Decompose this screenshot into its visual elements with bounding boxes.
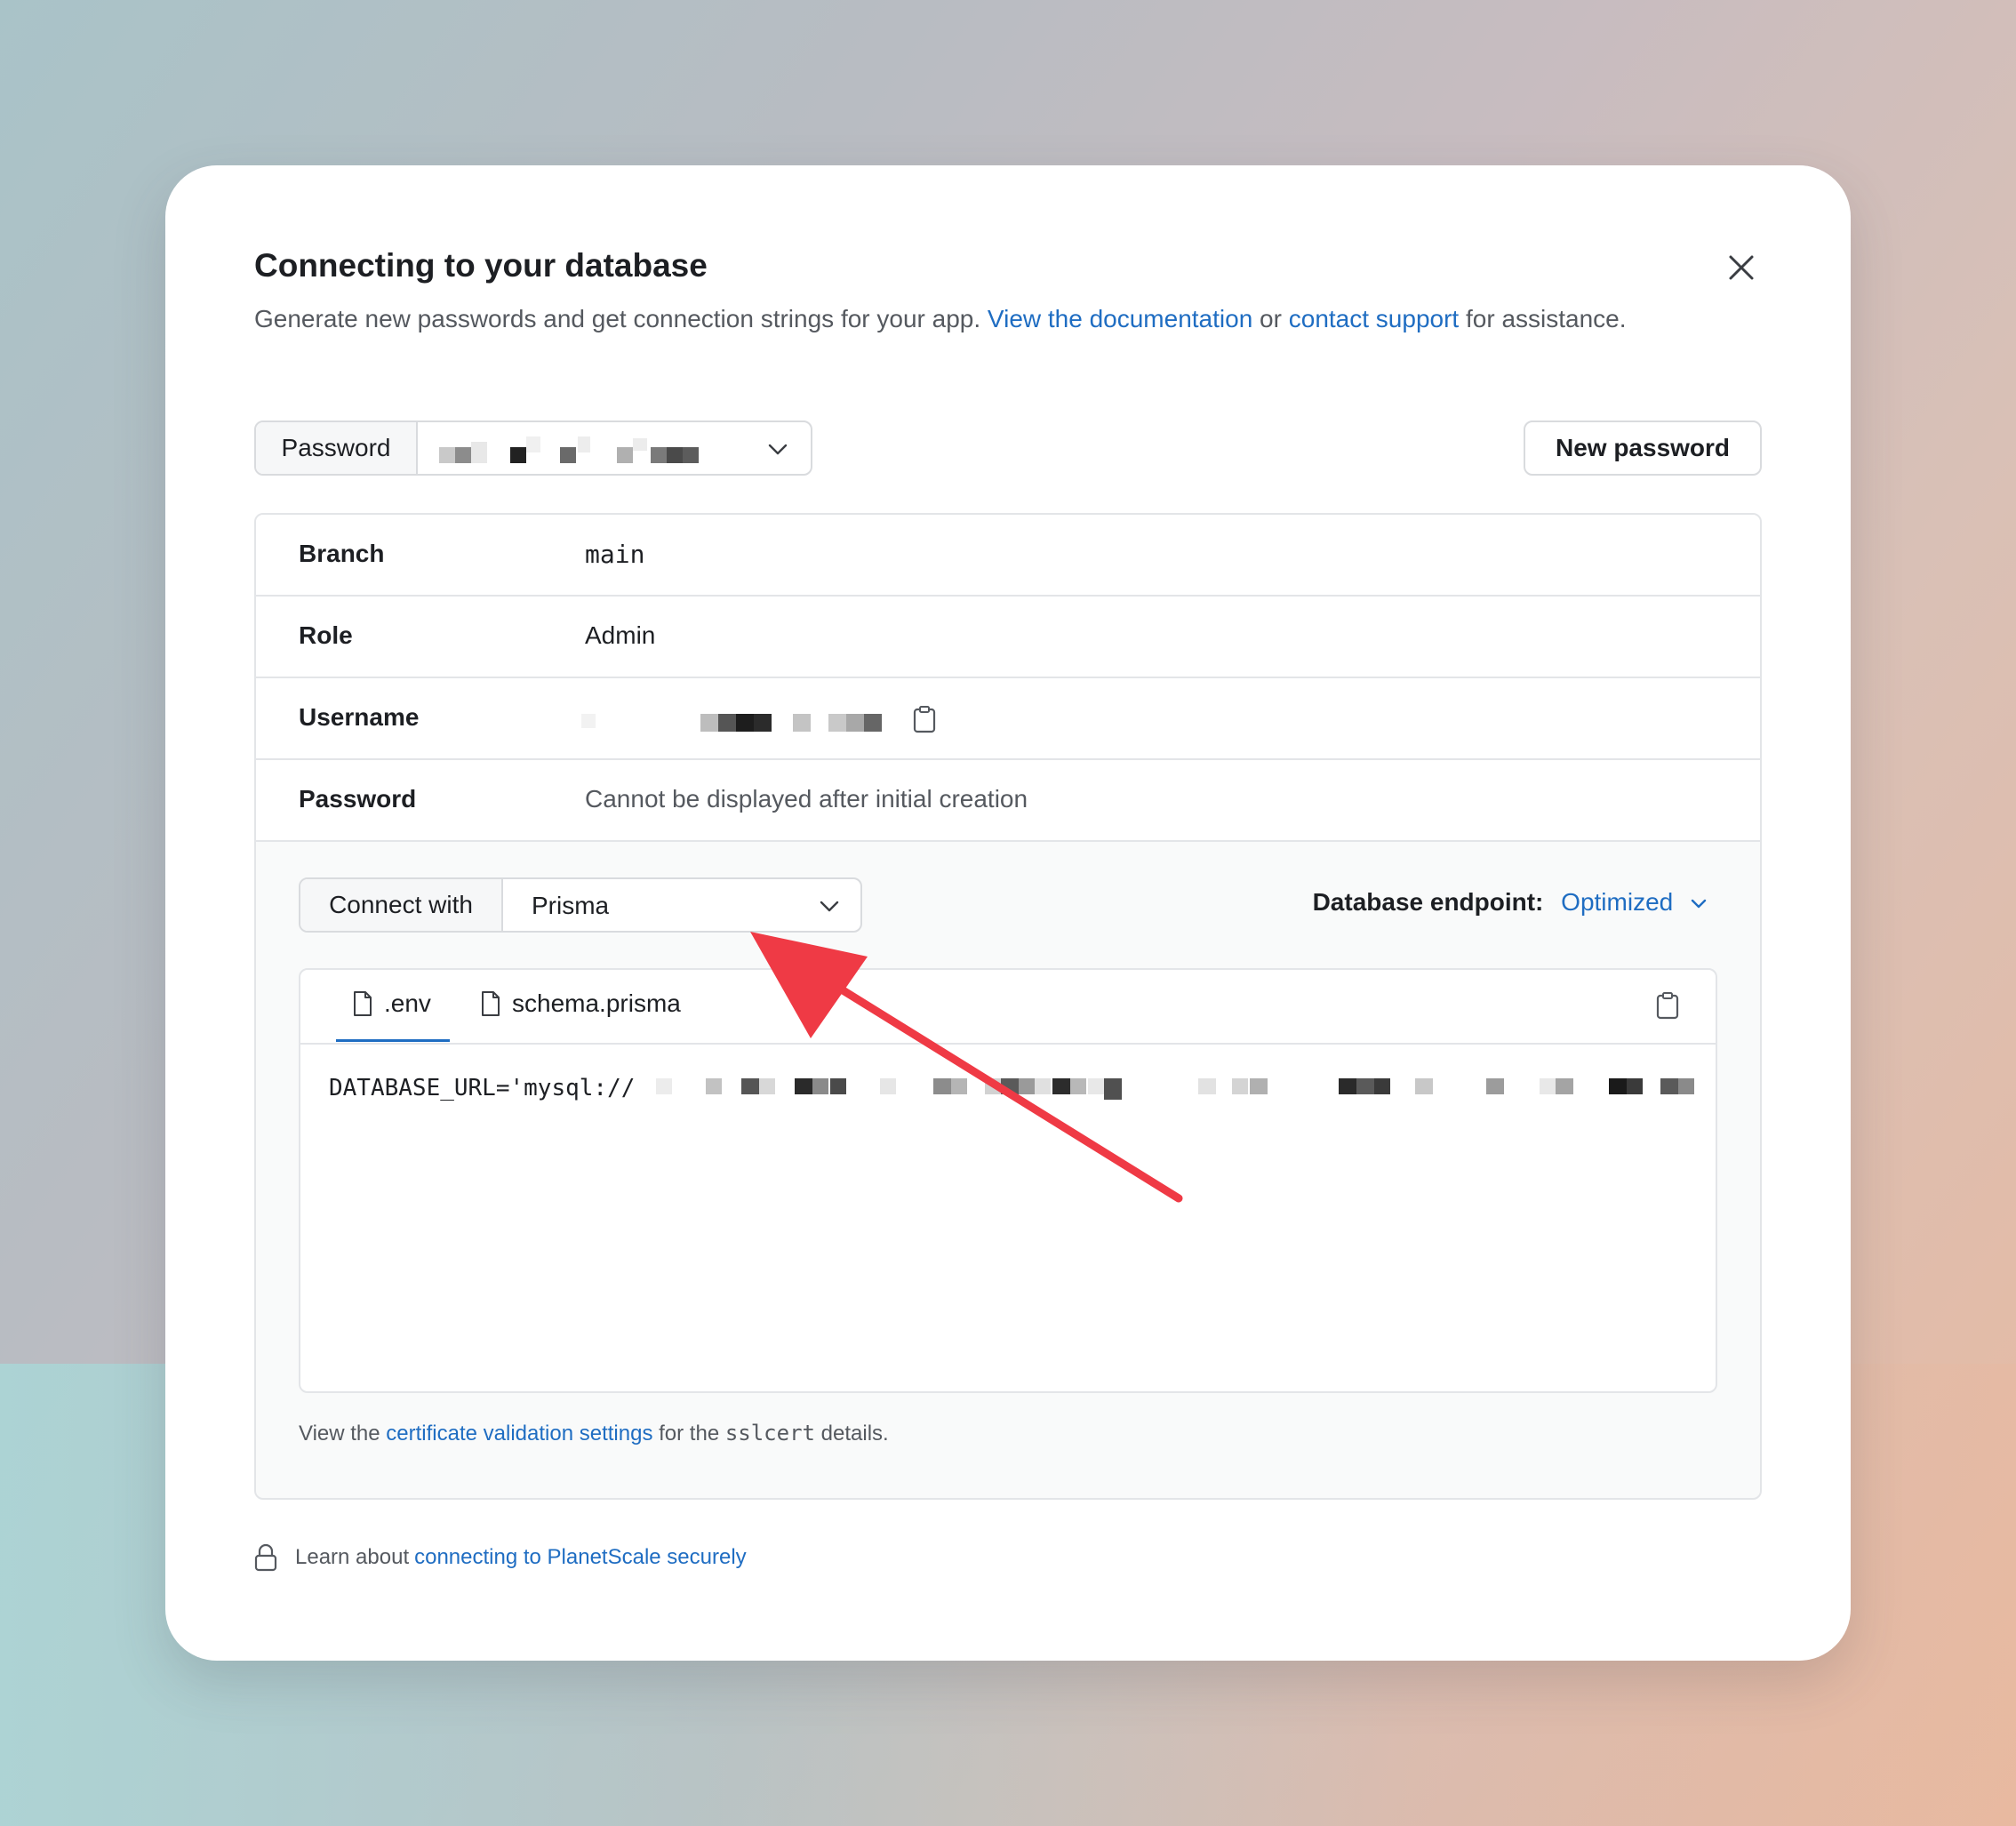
username-label: Username (299, 703, 420, 731)
tab-env[interactable]: .env (352, 989, 431, 1018)
password-select-value[interactable] (418, 422, 811, 474)
detail-row-password: Password Cannot be displayed after initi… (256, 760, 1760, 842)
connect-with-selected: Prisma (532, 892, 610, 919)
connection-string-box: .env schema.prisma DATABASE_URL='mysql:/… (299, 968, 1717, 1393)
security-note-prefix: Learn about (295, 1545, 410, 1569)
database-endpoint-select[interactable]: Optimized (1561, 888, 1707, 916)
certificate-validation-link[interactable]: certificate validation settings (386, 1422, 652, 1446)
sslcert-code: sslcert (724, 1421, 815, 1446)
branch-link[interactable]: main (585, 540, 644, 569)
connect-with-value[interactable]: Prisma (503, 879, 860, 931)
certificate-note: View the certificate validation settings… (299, 1421, 889, 1446)
password-value: Cannot be displayed after initial creati… (585, 785, 1028, 813)
file-tabs: .env schema.prisma (300, 970, 1716, 1045)
security-note: Learn about connecting to PlanetScale se… (254, 1543, 747, 1572)
lock-icon (254, 1543, 277, 1572)
password-select[interactable]: Password (254, 420, 812, 476)
description-text: Generate new passwords and get connectio… (254, 305, 988, 332)
description-suffix: for assistance. (1459, 305, 1627, 332)
contact-support-link[interactable]: contact support (1289, 305, 1459, 332)
new-password-button[interactable]: New password (1524, 420, 1762, 476)
connection-string: DATABASE_URL='mysql:// (329, 1075, 635, 1101)
database-endpoint: Database endpoint: Optimized (1313, 888, 1707, 917)
certificate-note-suffix: details. (814, 1422, 889, 1446)
password-select-label: Password (256, 422, 418, 474)
close-icon[interactable] (1726, 252, 1756, 283)
file-icon (482, 991, 500, 1016)
active-tab-indicator (336, 1039, 450, 1042)
certificate-note-middle: for the (652, 1422, 725, 1446)
database-endpoint-value: Optimized (1561, 888, 1674, 916)
detail-row-username: Username (256, 678, 1760, 760)
connect-with-label: Connect with (300, 879, 503, 931)
modal-description: Generate new passwords and get connectio… (254, 300, 1676, 338)
tab-env-label: .env (384, 989, 431, 1017)
connection-details-panel: Branch main Role Admin Username Password… (254, 513, 1762, 1500)
role-value: Admin (585, 621, 656, 649)
copy-username-icon[interactable] (912, 705, 937, 733)
chevron-down-icon (1691, 899, 1707, 908)
chevron-down-icon (820, 901, 839, 912)
database-endpoint-label: Database endpoint: (1312, 888, 1544, 916)
password-label: Password (299, 785, 417, 813)
connect-with-select[interactable]: Connect with Prisma (299, 877, 862, 933)
certificate-note-prefix: View the (299, 1422, 387, 1446)
copy-icon[interactable] (1655, 991, 1680, 1020)
tab-schema-prisma[interactable]: schema.prisma (480, 989, 681, 1018)
tab-schema-prisma-label: schema.prisma (512, 989, 681, 1017)
chevron-down-icon (768, 444, 788, 455)
file-icon (354, 991, 372, 1016)
planetscale-security-link[interactable]: connecting to PlanetScale securely (414, 1545, 747, 1570)
detail-row-role: Role Admin (256, 597, 1760, 678)
modal-title: Connecting to your database (254, 247, 708, 284)
connection-modal: Connecting to your database Generate new… (165, 165, 1851, 1661)
branch-label: Branch (299, 540, 385, 567)
description-or: or (1252, 305, 1289, 332)
connection-string-prefix: DATABASE_URL='mysql:// (329, 1075, 636, 1101)
detail-row-branch: Branch main (256, 515, 1760, 597)
role-label: Role (299, 621, 353, 649)
documentation-link[interactable]: View the documentation (988, 305, 1252, 332)
